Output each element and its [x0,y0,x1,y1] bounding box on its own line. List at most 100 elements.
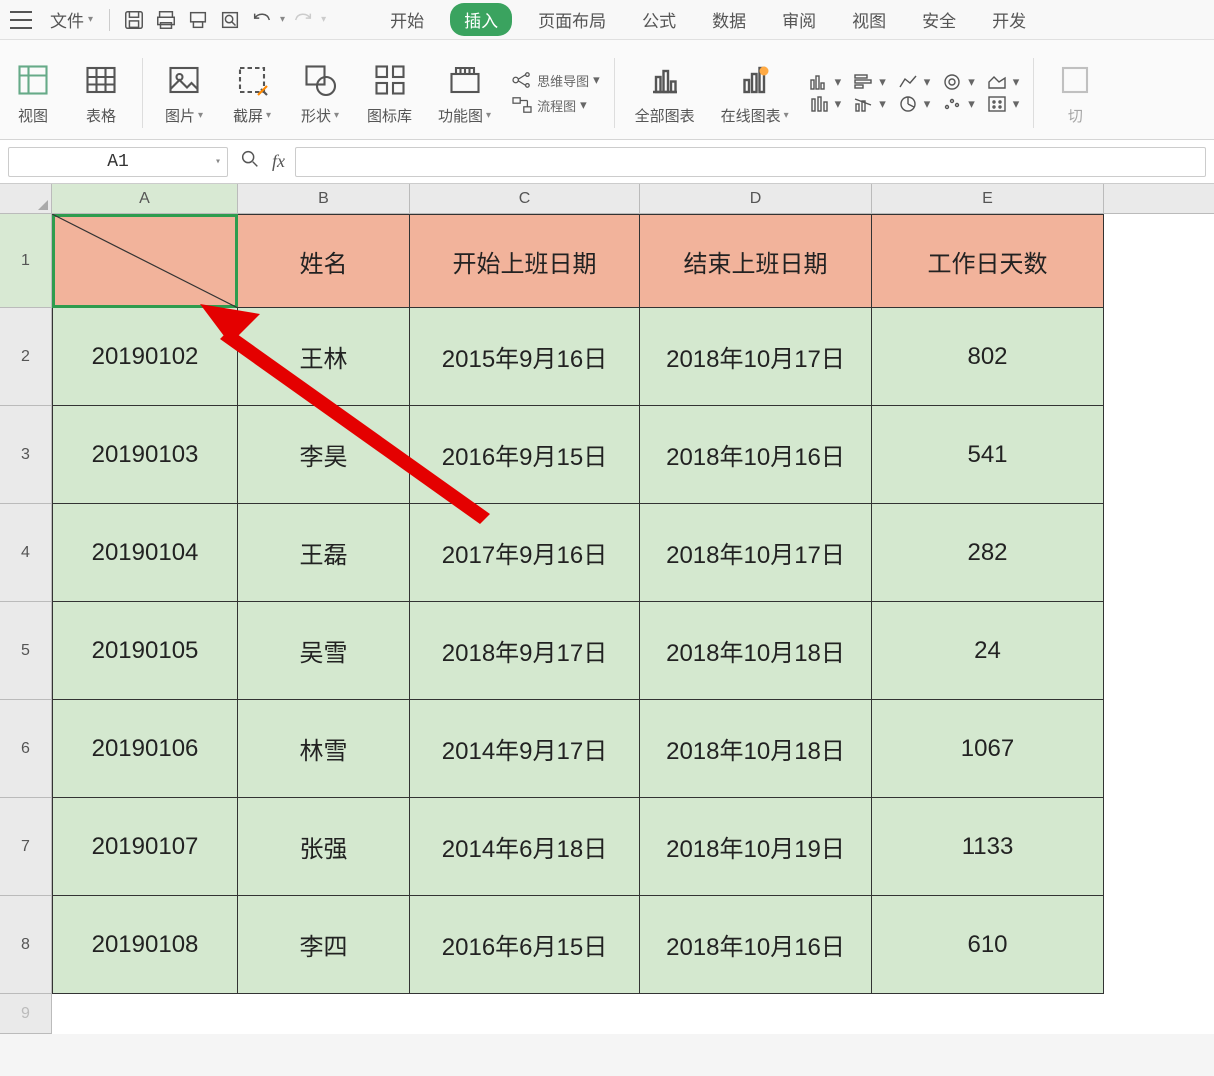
data-cell[interactable]: 2015年9月16日 [410,308,640,406]
data-cell[interactable]: 2018年10月18日 [640,700,872,798]
data-cell[interactable]: 20190107 [52,798,238,896]
col-header-B[interactable]: B [238,184,410,213]
data-cell[interactable]: 20190102 [52,308,238,406]
data-cell[interactable]: 林雪 [238,700,410,798]
cell-reference-box[interactable]: A1 ▾ [8,147,228,177]
header-cell[interactable] [52,214,238,308]
header-cell[interactable]: 姓名 [238,214,410,308]
shape-group[interactable]: 形状▾ [293,55,347,130]
crop-group[interactable]: 截屏▾ [225,55,279,130]
data-cell[interactable]: 2018年10月16日 [640,406,872,504]
bar-chart-icon[interactable]: ▾ [809,73,842,91]
header-cell[interactable]: 结束上班日期 [640,214,872,308]
col-header-D[interactable]: D [640,184,872,213]
donut-chart-icon[interactable]: ▾ [942,73,975,91]
data-cell[interactable]: 2018年10月16日 [640,896,872,994]
column-chart-icon[interactable]: ▾ [809,95,842,113]
hbar-chart-icon[interactable]: ▾ [853,73,886,91]
tab-developer[interactable]: 开发 [982,3,1036,36]
data-cell[interactable]: 2018年10月19日 [640,798,872,896]
data-cell[interactable]: 20190108 [52,896,238,994]
row-header-9[interactable]: 9 [0,994,52,1034]
icons-group[interactable]: 图标库 [361,55,418,130]
data-cell[interactable]: 802 [872,308,1104,406]
hamburger-icon[interactable] [10,11,32,29]
area-chart-icon[interactable]: ▾ [987,73,1020,91]
print-icon[interactable] [152,6,180,34]
tab-insert[interactable]: 插入 [450,3,512,36]
undo-icon[interactable] [248,6,276,34]
tab-view[interactable]: 视图 [842,3,896,36]
combo-chart-icon[interactable]: ▾ [853,95,886,113]
formula-input[interactable] [295,147,1206,177]
row-header-6[interactable]: 6 [0,700,52,798]
flowchart-button[interactable]: 流程图 ▾ [511,96,600,115]
data-cell[interactable]: 2018年10月18日 [640,602,872,700]
data-cell[interactable]: 王磊 [238,504,410,602]
data-cell[interactable]: 1067 [872,700,1104,798]
col-header-C[interactable]: C [410,184,640,213]
row-header-1[interactable]: 1 [0,214,52,308]
col-header-E[interactable]: E [872,184,1104,213]
data-cell[interactable]: 610 [872,896,1104,994]
row-header-3[interactable]: 3 [0,406,52,504]
row-header-4[interactable]: 4 [0,504,52,602]
data-cell[interactable]: 1133 [872,798,1104,896]
data-cell[interactable]: 2014年9月17日 [410,700,640,798]
tab-review[interactable]: 审阅 [772,3,826,36]
data-cell[interactable]: 20190105 [52,602,238,700]
col-header-A[interactable]: A [52,184,238,213]
data-cell[interactable]: 2016年6月15日 [410,896,640,994]
data-cell[interactable]: 李四 [238,896,410,994]
redo-icon[interactable] [289,6,317,34]
chevron-down-icon[interactable]: ▾ [280,14,285,25]
data-cell[interactable]: 2018年9月17日 [410,602,640,700]
picture-group[interactable]: 图片▾ [157,55,211,130]
file-menu[interactable]: 文件 ▾ [44,7,99,32]
data-cell[interactable]: 2018年10月17日 [640,308,872,406]
more-chart-icon[interactable]: ▾ [987,95,1020,113]
onlinecharts-group[interactable]: 在线图表▾ [715,55,795,130]
tab-security[interactable]: 安全 [912,3,966,36]
data-cell[interactable]: 2014年6月18日 [410,798,640,896]
tab-formula[interactable]: 公式 [632,3,686,36]
function-group[interactable]: 功能图▾ [432,55,497,130]
preview-icon[interactable] [216,6,244,34]
row-header-7[interactable]: 7 [0,798,52,896]
tab-data[interactable]: 数据 [702,3,756,36]
data-cell[interactable]: 张强 [238,798,410,896]
line-chart-icon[interactable]: ▾ [898,73,931,91]
mindmap-button[interactable]: 思维导图 ▾ [511,71,600,90]
table-row: 620190106林雪2014年9月17日2018年10月18日1067 [0,700,1214,798]
header-cell[interactable]: 工作日天数 [872,214,1104,308]
table-group[interactable]: 表格 [74,55,128,130]
data-cell[interactable]: 541 [872,406,1104,504]
save-icon[interactable] [120,6,148,34]
allcharts-group[interactable]: 全部图表 [629,55,701,130]
data-cell[interactable]: 24 [872,602,1104,700]
fx-icon[interactable]: fx [272,151,285,172]
zoom-icon[interactable] [238,148,262,175]
data-cell[interactable]: 吴雪 [238,602,410,700]
data-cell[interactable]: 20190103 [52,406,238,504]
data-cell[interactable]: 李昊 [238,406,410,504]
data-cell[interactable]: 20190106 [52,700,238,798]
row-header-2[interactable]: 2 [0,308,52,406]
pivot-group[interactable]: 视图 [6,55,60,130]
header-cell[interactable]: 开始上班日期 [410,214,640,308]
data-cell[interactable]: 2018年10月17日 [640,504,872,602]
row-header-5[interactable]: 5 [0,602,52,700]
tab-pagelayout[interactable]: 页面布局 [528,3,616,36]
data-cell[interactable]: 2017年9月16日 [410,504,640,602]
scatter-chart-icon[interactable]: ▾ [942,95,975,113]
row-header-8[interactable]: 8 [0,896,52,994]
printer2-icon[interactable] [184,6,212,34]
data-cell[interactable]: 2016年9月15日 [410,406,640,504]
data-cell[interactable]: 王林 [238,308,410,406]
data-cell[interactable]: 20190104 [52,504,238,602]
pie-chart-icon[interactable]: ▾ [898,95,931,113]
cut-group[interactable]: 切 [1048,55,1102,130]
select-all-corner[interactable] [0,184,52,213]
tab-start[interactable]: 开始 [380,3,434,36]
data-cell[interactable]: 282 [872,504,1104,602]
